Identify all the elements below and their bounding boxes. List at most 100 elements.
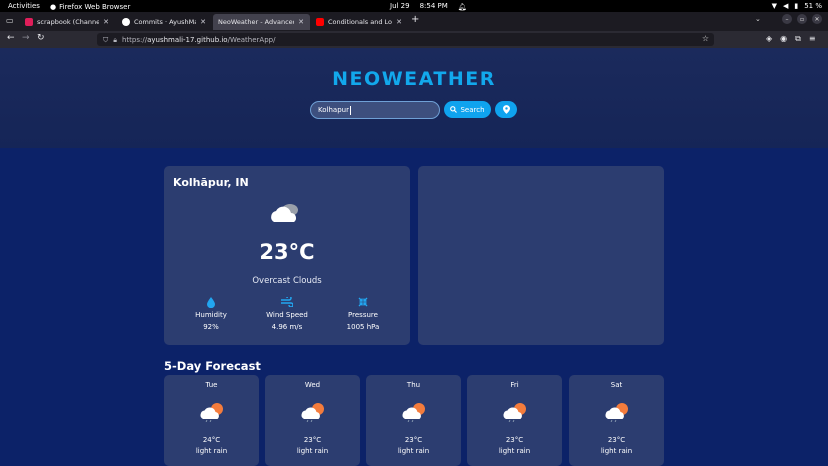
forecast-day: Fri — [510, 381, 519, 389]
close-icon[interactable]: ✕ — [200, 18, 206, 26]
tab-neoweather[interactable]: NeoWeather - Advanced We ✕ — [213, 14, 310, 30]
tab-label: Commits · AyushMali-17/ — [134, 18, 196, 26]
search-input-value: Kolhapur — [318, 106, 349, 114]
app-menu[interactable]: ● Firefox Web Browser — [50, 2, 130, 12]
url-path: /WeatherApp/ — [227, 35, 276, 44]
search-button-label: Search — [460, 105, 485, 114]
forecast-card: Wed 23°C light rain — [265, 375, 360, 466]
wind-value: 4.96 m/s — [271, 323, 303, 331]
pressure-stat: Pressure 1005 hPa — [328, 297, 398, 331]
url-text: https://ayushmali-17.github.io/WeatherAp… — [122, 36, 275, 44]
humidity-value: 92% — [203, 323, 219, 331]
clock-date: Jul 29 — [390, 2, 410, 10]
close-icon[interactable]: ✕ — [298, 18, 304, 26]
battery-icon: ▮ — [794, 2, 799, 10]
url-bar[interactable]: ⛉ 🔒︎ https://ayushmali-17.github.io/Weat… — [97, 33, 714, 46]
tab-conditionals[interactable]: Conditionals and Loops - ✕ — [311, 14, 408, 30]
forecast-temp: 23°C — [607, 436, 626, 444]
tab-overview-icon[interactable]: ▭ — [6, 16, 14, 26]
forecast-desc: light rain — [195, 447, 228, 455]
volume-icon: ◀ — [782, 2, 789, 10]
close-icon[interactable]: ✕ — [396, 18, 402, 26]
clock-time: 8:54 PM — [419, 2, 448, 10]
light-rain-icon — [503, 403, 526, 422]
forecast-temp: 24°C — [202, 436, 221, 444]
forecast-day: Thu — [406, 381, 421, 389]
wifi-icon: ▼ — [771, 2, 777, 10]
forecast-title: 5-Day Forecast — [164, 359, 261, 373]
tab-label: NeoWeather - Advanced We — [218, 18, 295, 26]
wind-icon — [281, 297, 293, 307]
header-section — [0, 48, 828, 148]
web-page: NEOWEATHER Kolhapur Search Kolhāpur, IN … — [0, 48, 828, 466]
extensions-icon[interactable]: ⧉ — [795, 34, 801, 44]
account-icon[interactable]: ◉ — [780, 34, 787, 44]
lock-icon[interactable]: 🔒︎ — [113, 35, 117, 45]
forecast-card: Sat 23°C light rain — [569, 375, 664, 466]
light-rain-icon — [301, 403, 324, 422]
map-pin-icon — [502, 105, 510, 114]
map-card[interactable] — [418, 166, 664, 345]
new-tab-button[interactable]: + — [411, 14, 419, 25]
bookmark-star-icon[interactable]: ☆ — [702, 34, 709, 43]
search-button[interactable]: Search — [444, 101, 491, 118]
clock[interactable]: Jul 29 8:54 PM 🔔︎ — [390, 2, 467, 12]
tab-scrapbook[interactable]: scrapbook (Channel) - Ha ✕ — [20, 14, 115, 30]
back-button[interactable]: ← — [7, 33, 15, 43]
text-cursor — [349, 105, 351, 115]
url-scheme: https:// — [121, 35, 148, 44]
pressure-label: Pressure — [348, 311, 378, 319]
forecast-desc: light rain — [397, 447, 430, 455]
reload-button[interactable]: ↻ — [37, 33, 45, 43]
navigation-bar: ← → ↻ ⛉ 🔒︎ https://ayushmali-17.github.i… — [0, 31, 828, 48]
forecast-temp: 23°C — [404, 436, 423, 444]
forecast-card: Tue 24°C light rain — [164, 375, 259, 466]
forward-button[interactable]: → — [22, 33, 30, 43]
forecast-desc: light rain — [498, 447, 531, 455]
city-search-input[interactable]: Kolhapur — [310, 101, 440, 119]
slack-favicon-icon — [25, 18, 33, 26]
current-temperature: 23°C — [259, 240, 315, 264]
minimize-button[interactable]: – — [782, 14, 792, 24]
maximize-button[interactable]: ▫ — [797, 14, 807, 24]
tab-commits[interactable]: Commits · AyushMali-17/ ✕ — [117, 14, 212, 30]
forecast-day: Tue — [205, 381, 218, 389]
url-host: ayushmali-17.github.io — [147, 35, 228, 44]
close-icon[interactable]: ✕ — [103, 18, 109, 26]
youtube-favicon-icon — [316, 18, 324, 26]
list-all-tabs-icon[interactable]: ⌄ — [755, 15, 761, 23]
app-menu-label: Firefox Web Browser — [59, 3, 131, 11]
overcast-clouds-icon — [271, 204, 298, 222]
forecast-card: Fri 23°C light rain — [467, 375, 562, 466]
pressure-value: 1005 hPa — [346, 323, 380, 331]
system-top-bar: Activities ● Firefox Web Browser Jul 29 … — [0, 0, 828, 12]
light-rain-icon — [200, 403, 223, 422]
github-favicon-icon — [122, 18, 130, 26]
water-drop-icon — [207, 297, 215, 308]
forecast-temp: 23°C — [505, 436, 524, 444]
menu-icon[interactable]: ≡ — [809, 34, 816, 44]
window-controls: – ▫ ✕ — [782, 14, 822, 24]
activities-button[interactable]: Activities — [8, 2, 40, 10]
weather-description: Overcast Clouds — [252, 276, 322, 286]
compress-arrows-icon — [358, 297, 368, 307]
current-weather-card: Kolhāpur, IN 23°C Overcast Clouds Humidi… — [164, 166, 410, 345]
battery-percent: 51 % — [804, 2, 822, 10]
forecast-day: Sat — [610, 381, 623, 389]
forecast-day: Wed — [304, 381, 321, 389]
toolbar-icons: ◈ ◉ ⧉ ≡ — [766, 34, 816, 44]
tab-label: Conditionals and Loops - — [328, 18, 393, 26]
light-rain-icon — [402, 403, 425, 422]
close-window-button[interactable]: ✕ — [812, 14, 822, 24]
shield-icon[interactable]: ⛉ — [103, 35, 108, 45]
system-tray[interactable]: ▼ ◀ ▮ 51 % — [772, 1, 822, 11]
location-button[interactable] — [495, 101, 517, 118]
tab-label: scrapbook (Channel) - Ha — [37, 18, 100, 26]
firefox-icon: ● — [50, 3, 57, 11]
brand-title: NEOWEATHER — [332, 68, 496, 90]
humidity-label: Humidity — [195, 311, 227, 319]
pocket-icon[interactable]: ◈ — [766, 34, 772, 44]
wind-stat: Wind Speed 4.96 m/s — [252, 297, 322, 331]
city-name: Kolhāpur, IN — [173, 176, 249, 189]
forecast-temp: 23°C — [303, 436, 322, 444]
